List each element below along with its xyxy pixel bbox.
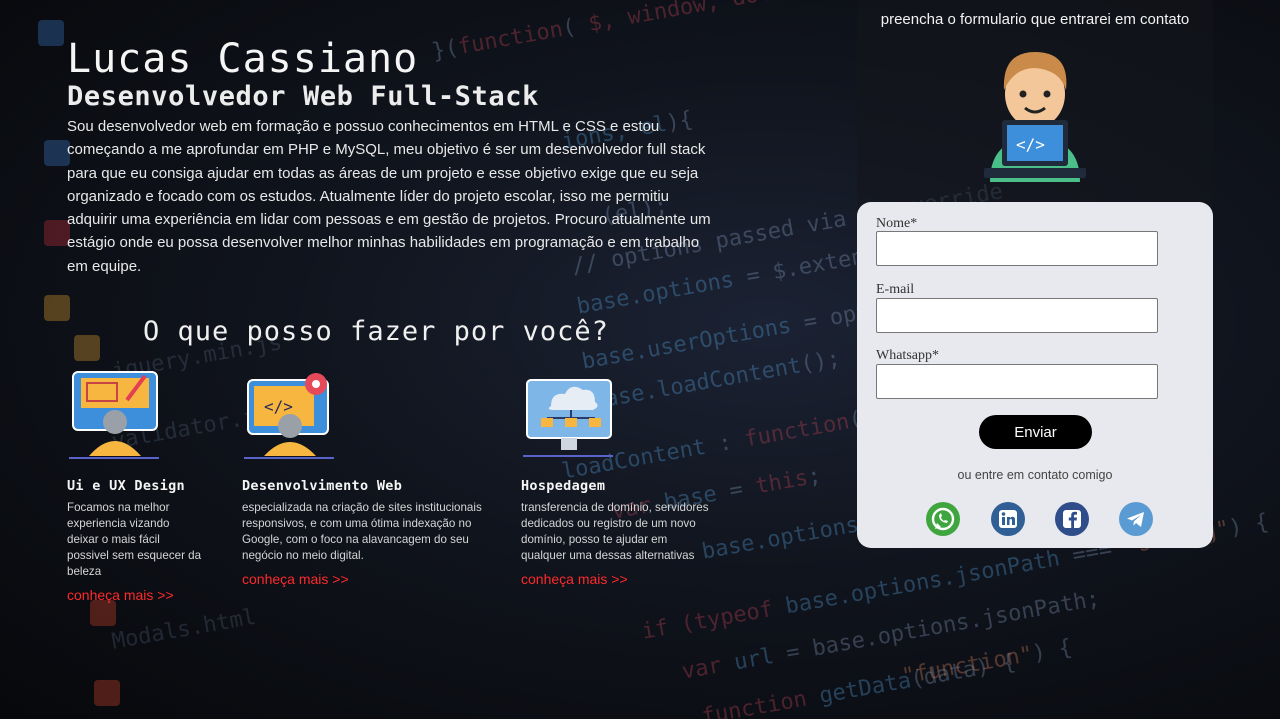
- file-icon: [90, 600, 116, 626]
- service-description: transferencia de domínio, servidores ded…: [521, 501, 709, 562]
- service-description: especializada na criação de sites instit…: [242, 501, 482, 562]
- service-link-ui-ux[interactable]: conheça mais >>: [67, 587, 207, 603]
- web-dev-icon: </>: [244, 373, 334, 459]
- service-title: Ui e UX Design: [67, 478, 185, 494]
- service-title: Desenvolvimento Web: [242, 478, 403, 494]
- code-line: "function") {: [900, 635, 1074, 690]
- code-line: Modals.html: [110, 604, 258, 655]
- email-field[interactable]: [876, 298, 1158, 333]
- developer-avatar-icon: </>: [984, 52, 1086, 182]
- telegram-button[interactable]: [1119, 502, 1153, 536]
- whatsapp-button[interactable]: [926, 502, 960, 536]
- file-icon: [94, 680, 120, 706]
- hero-name: Lucas Cassiano: [67, 36, 419, 82]
- cloud-hosting-icon: [523, 379, 613, 457]
- whatsapp-field[interactable]: [876, 364, 1158, 399]
- service-card-ui-ux: Ui e UX Design Focamos na melhor experie…: [67, 366, 207, 603]
- hero-role: Desenvolvedor Web Full-Stack: [67, 81, 539, 112]
- facebook-button[interactable]: [1055, 502, 1089, 536]
- form-hint: preencha o formulario que entrarei em co…: [880, 11, 1190, 28]
- service-link-hosting[interactable]: conheça mais >>: [521, 571, 716, 587]
- service-title: Hospedagem: [521, 478, 606, 494]
- services-title: O que posso fazer por você?: [143, 316, 609, 347]
- service-card-web-dev: </> Desenvolvimento Web especializada na…: [242, 366, 487, 587]
- svg-text:</>: </>: [264, 397, 293, 416]
- svg-text:</>: </>: [1016, 135, 1045, 154]
- service-link-web-dev[interactable]: conheça mais >>: [242, 571, 487, 587]
- service-description: Focamos na melhor experiencia vizando de…: [67, 501, 202, 578]
- name-field[interactable]: [876, 231, 1158, 266]
- email-label: E-mail: [876, 282, 915, 297]
- telegram-icon: [1119, 502, 1153, 536]
- whatsapp-label: Whatsapp*: [876, 348, 939, 363]
- alt-contact-text: ou entre em contato comigo: [957, 468, 1113, 482]
- linkedin-button[interactable]: [991, 502, 1025, 536]
- folder-icon: [74, 335, 100, 361]
- folder-icon: [44, 295, 70, 321]
- hero-section: Lucas Cassiano Desenvolvedor Web Full-St…: [67, 36, 727, 278]
- service-card-hosting: Hospedagem transferencia de domínio, ser…: [521, 366, 716, 587]
- linkedin-icon: [991, 502, 1025, 536]
- ui-design-icon: [69, 371, 159, 459]
- hero-bio: Sou desenvolvedor web em formação e poss…: [67, 118, 711, 275]
- send-button[interactable]: Enviar: [979, 415, 1092, 449]
- name-label: Nome*: [876, 216, 918, 231]
- file-icon: [38, 20, 64, 46]
- whatsapp-icon: [926, 502, 960, 536]
- facebook-icon: [1055, 502, 1089, 536]
- contact-form: Nome* E-mail Whatsapp* Enviar ou entre e…: [857, 202, 1213, 548]
